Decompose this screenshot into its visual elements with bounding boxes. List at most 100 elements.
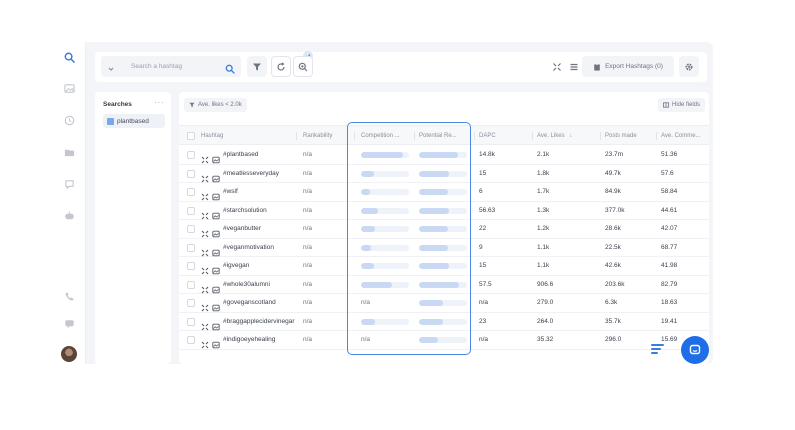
- expand-arrows-icon[interactable]: [201, 188, 209, 201]
- chat-bubble-icon[interactable]: [63, 178, 76, 191]
- hashtag-cell[interactable]: #wslf: [223, 183, 301, 201]
- table-row[interactable]: #veganmotivation n/a 9 1.1k 22.5k 68.77: [179, 239, 709, 257]
- hashtag-cell[interactable]: #igvegan: [223, 257, 301, 275]
- column-posts-made[interactable]: Posts made: [605, 126, 657, 146]
- search-icon[interactable]: [225, 61, 235, 74]
- refresh-button[interactable]: [271, 56, 291, 77]
- column-ave-comments[interactable]: Ave. Comme...: [661, 126, 709, 146]
- hashtag-cell[interactable]: #indigoeyehealing: [223, 331, 301, 349]
- row-checkbox[interactable]: [187, 299, 195, 307]
- hashtag-cell[interactable]: #veganmotivation: [223, 239, 301, 257]
- select-all-checkbox[interactable]: [187, 132, 195, 140]
- rankability-cell: n/a: [303, 188, 313, 195]
- row-checkbox[interactable]: [187, 225, 195, 233]
- folder-icon[interactable]: [63, 146, 76, 159]
- row-checkbox[interactable]: [187, 243, 195, 252]
- rankability-cell: n/a: [303, 225, 313, 232]
- potential-reach-bar: [419, 189, 467, 195]
- instagram-post-icon[interactable]: [212, 262, 220, 275]
- export-hashtags-button[interactable]: Export Hashtags (0): [582, 56, 674, 77]
- table-row[interactable]: #wslf n/a 6 1.7k 84.9k 58.84: [179, 183, 709, 202]
- table-row[interactable]: #meatlesseveryday n/a 15 1.8k 49.7k 57.6: [179, 165, 709, 183]
- filter-icon: [189, 102, 195, 108]
- column-dapc[interactable]: DAPC: [479, 126, 533, 146]
- table-row[interactable]: #igvegan n/a 15 1.1k 42.6k 41.98: [179, 257, 709, 276]
- row-checkbox[interactable]: [187, 262, 195, 270]
- table-row[interactable]: #whole30alumni n/a 57.5 906.6 203.6k 82.79: [179, 276, 709, 294]
- instagram-post-icon[interactable]: [212, 151, 220, 164]
- left-rail: [53, 42, 86, 364]
- hashtag-cell[interactable]: #starchsolution: [223, 202, 301, 220]
- dapc-cell: 57.5: [479, 280, 492, 288]
- instagram-post-icon[interactable]: [212, 207, 220, 219]
- instagram-post-icon[interactable]: [212, 244, 220, 256]
- filter-icon: [252, 62, 262, 72]
- expand-arrows-icon[interactable]: [201, 207, 209, 219]
- row-checkbox[interactable]: [187, 151, 195, 159]
- phone-icon[interactable]: [63, 290, 76, 303]
- table-row[interactable]: #braggapplecidervinegar n/a 23 264.0 35.7k 19…: [179, 313, 709, 331]
- table-row[interactable]: #plantbased n/a 14.8k 2.1k 23.7m 51.36: [179, 146, 709, 165]
- clock-icon[interactable]: [63, 114, 76, 127]
- hashtag-cell[interactable]: #plantbased: [223, 146, 301, 164]
- image-icon[interactable]: [63, 82, 76, 95]
- expand-arrows-icon[interactable]: [201, 244, 209, 256]
- row-checkbox[interactable]: [187, 169, 195, 178]
- filter-chip-label: Ave. likes < 2.0k: [198, 102, 242, 108]
- row-checkbox[interactable]: [187, 188, 195, 196]
- competition-cell: n/a: [361, 299, 371, 306]
- column-competition[interactable]: Competition ...: [361, 126, 415, 146]
- column-rankability[interactable]: Rankability: [303, 126, 355, 146]
- settings-button[interactable]: [679, 56, 699, 77]
- table-row[interactable]: #indigoeyehealing n/a n/a n/a 35.32 296.0 15.6…: [179, 331, 709, 350]
- instagram-post-icon[interactable]: [212, 170, 220, 182]
- expand-arrows-icon[interactable]: [201, 299, 209, 312]
- expand-arrows-icon[interactable]: [201, 281, 209, 293]
- expand-arrows-icon[interactable]: [201, 225, 209, 238]
- row-checkbox[interactable]: [187, 336, 195, 344]
- avatar[interactable]: [61, 346, 77, 362]
- saved-search-label: plantbased: [117, 117, 149, 125]
- expand-arrows-icon[interactable]: [201, 151, 209, 164]
- expand-arrows-icon[interactable]: [201, 262, 209, 275]
- saved-search-item[interactable]: plantbased: [103, 114, 165, 128]
- table-row[interactable]: #goveganscotland n/a n/a n/a 279.0 6.3k 18.63: [179, 294, 709, 313]
- column-potential-reach[interactable]: Potential Re...: [419, 126, 475, 146]
- rankability-cell: n/a: [303, 262, 313, 269]
- apple-icon[interactable]: [63, 209, 76, 222]
- hashtag-cell[interactable]: #veganbutter: [223, 220, 301, 238]
- hashtag-cell[interactable]: #goveganscotland: [223, 294, 301, 312]
- instagram-post-icon[interactable]: [212, 318, 220, 330]
- column-ave-likes[interactable]: Ave. Likes ↓: [537, 126, 601, 146]
- expand-arrows-icon[interactable]: [201, 318, 209, 330]
- search-input[interactable]: [131, 59, 226, 74]
- instagram-post-icon[interactable]: [212, 225, 220, 238]
- hashtag-cell[interactable]: #braggapplecidervinegar: [223, 313, 301, 331]
- row-checkbox[interactable]: [187, 317, 195, 326]
- table-row[interactable]: #veganbutter n/a 22 1.2k 28.6k 42.07: [179, 220, 709, 239]
- table-row[interactable]: #starchsolution n/a 56.63 1.3k 377.0k 44.61: [179, 202, 709, 220]
- row-checkbox[interactable]: [187, 206, 195, 215]
- message-icon[interactable]: [63, 317, 76, 330]
- ave-likes-cell: 35.32: [537, 336, 554, 343]
- chevron-down-icon[interactable]: [106, 61, 116, 71]
- ave-comments-cell: 19.41: [661, 317, 678, 325]
- instagram-post-icon[interactable]: [212, 281, 220, 293]
- chat-launcher-button[interactable]: [681, 336, 709, 364]
- hide-fields-button[interactable]: Hide fields: [657, 98, 705, 112]
- filter-button[interactable]: [247, 56, 267, 77]
- column-hashtag[interactable]: Hashtag: [201, 126, 297, 146]
- list-view-button[interactable]: [564, 56, 584, 77]
- more-options-icon[interactable]: ···: [154, 98, 165, 107]
- hashtag-cell[interactable]: #meatlesseveryday: [223, 165, 301, 183]
- zoom-search-button[interactable]: [293, 56, 313, 77]
- row-checkbox[interactable]: [187, 280, 195, 289]
- instagram-post-icon[interactable]: [212, 336, 220, 349]
- instagram-post-icon[interactable]: [212, 188, 220, 201]
- instagram-post-icon[interactable]: [212, 299, 220, 312]
- filter-chip[interactable]: Ave. likes < 2.0k: [184, 98, 247, 112]
- expand-arrows-icon[interactable]: [201, 336, 209, 349]
- hashtag-cell[interactable]: #whole30alumni: [223, 276, 301, 294]
- search-icon[interactable]: [63, 51, 76, 64]
- expand-arrows-icon[interactable]: [201, 170, 209, 182]
